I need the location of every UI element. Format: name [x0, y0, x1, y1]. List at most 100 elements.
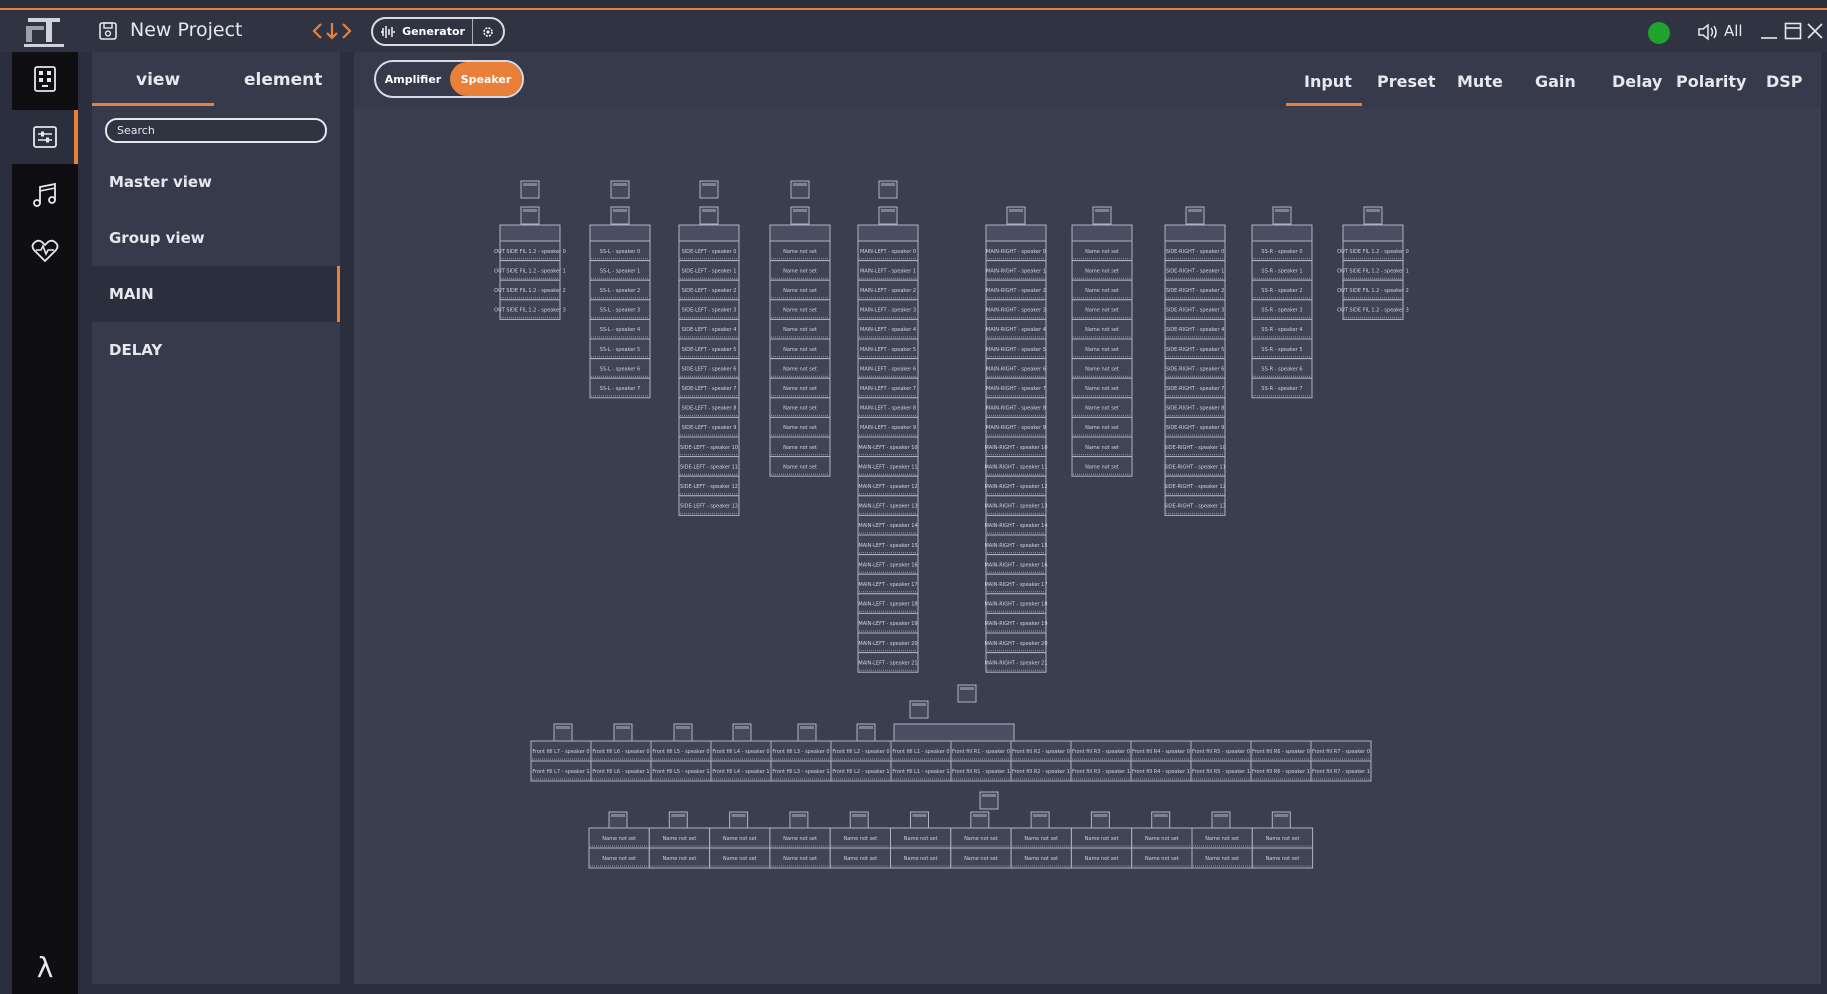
speaker-label[interactable]: SIDE-LEFT - speaker 7 — [682, 386, 737, 392]
speaker-label[interactable]: MAIN-RIGHT - speaker 20 — [984, 641, 1047, 647]
maximize-icon[interactable] — [1784, 22, 1802, 40]
speaker-label[interactable]: Name not set — [783, 464, 817, 470]
tab-input[interactable]: Input — [1304, 72, 1352, 91]
rail-item-mixer[interactable] — [12, 110, 78, 164]
speaker-label[interactable]: MAIN-LEFT - speaker 21 — [858, 660, 917, 666]
speaker-canvas[interactable]: OUT SIDE FIL 1.2 - speaker 0 OUT SIDE FIL… — [354, 108, 1821, 984]
speaker-label[interactable]: SIDE-RIGHT - speaker 7 — [1166, 386, 1225, 392]
speaker-label[interactable]: MAIN-RIGHT - speaker 15 — [984, 543, 1047, 549]
speaker-label[interactable]: Front fill L3 - speaker 1 — [772, 769, 829, 775]
speaker-label[interactable]: SIDE-LEFT - speaker 0 — [682, 249, 737, 255]
sidebar-item-delay[interactable]: DELAY — [92, 322, 340, 378]
rail-item-monitor[interactable] — [12, 224, 78, 278]
volume-label[interactable]: All — [1724, 22, 1743, 40]
speaker-label[interactable]: MAIN-LEFT - speaker 7 — [860, 386, 916, 392]
speaker-label[interactable]: Name not set — [1085, 445, 1119, 451]
tab-mute[interactable]: Mute — [1457, 72, 1503, 91]
speaker-label[interactable]: Front fill L7 - speaker 0 — [532, 749, 589, 755]
speaker-label[interactable]: Name not set — [1205, 836, 1239, 842]
speaker-label[interactable]: OUT SIDE FIL 1.2 - speaker 0 — [494, 249, 566, 255]
speaker-mode-button[interactable]: Speaker — [450, 62, 522, 96]
speaker-label[interactable]: SS-L - speaker 6 — [600, 366, 640, 372]
speaker-label[interactable]: MAIN-RIGHT - speaker 1 — [986, 268, 1046, 274]
speaker-label[interactable]: Front fill L6 - speaker 1 — [592, 769, 649, 775]
lambda-icon[interactable]: λ — [12, 940, 78, 994]
tab-polarity[interactable]: Polarity — [1676, 72, 1746, 91]
speaker-label[interactable]: Front fill R2 - speaker 0 — [1012, 749, 1070, 755]
speaker-label[interactable]: MAIN-LEFT - speaker 12 — [858, 484, 917, 490]
speaker-label[interactable]: Name not set — [904, 856, 938, 862]
speaker-label[interactable]: SIDE-LEFT - speaker 5 — [682, 347, 737, 353]
speaker-label[interactable]: SIDE-LEFT - speaker 2 — [682, 288, 737, 294]
speaker-label[interactable]: Name not set — [1266, 836, 1300, 842]
speaker-label[interactable]: SIDE-RIGHT - speaker 0 — [1166, 249, 1225, 255]
generator-button[interactable]: Generator — [373, 19, 473, 44]
speaker-label[interactable]: SS-R - speaker 7 — [1261, 386, 1302, 392]
speaker-label[interactable]: Name not set — [783, 249, 817, 255]
speaker-label[interactable]: SIDE-LEFT - speaker 8 — [682, 406, 737, 412]
speaker-label[interactable]: SS-R - speaker 1 — [1261, 268, 1302, 274]
speaker-label[interactable]: Front fill L5 - speaker 0 — [652, 749, 709, 755]
speaker-label[interactable]: MAIN-RIGHT - speaker 7 — [986, 386, 1046, 392]
speaker-label[interactable]: SIDE-RIGHT - speaker 11 — [1164, 464, 1226, 470]
speaker-label[interactable]: MAIN-LEFT - speaker 19 — [858, 621, 917, 627]
volume-icon[interactable] — [1697, 22, 1719, 42]
speaker-label[interactable]: OUT SIDE FIL 1.2 - speaker 3 — [494, 308, 566, 314]
speaker-label[interactable]: MAIN-LEFT - speaker 13 — [858, 504, 917, 510]
tab-dsp[interactable]: DSP — [1766, 72, 1803, 91]
speaker-label[interactable]: Name not set — [602, 856, 636, 862]
speaker-label[interactable]: Name not set — [783, 836, 817, 842]
speaker-label[interactable]: MAIN-RIGHT - speaker 2 — [986, 288, 1046, 294]
speaker-label[interactable]: Name not set — [783, 425, 817, 431]
speaker-label[interactable]: Front fill R4 - speaker 1 — [1132, 769, 1190, 775]
speaker-label[interactable]: SS-L - speaker 2 — [600, 288, 640, 294]
speaker-label[interactable]: SS-R - speaker 3 — [1261, 308, 1302, 314]
speaker-label[interactable]: Name not set — [783, 308, 817, 314]
speaker-label[interactable]: MAIN-LEFT - speaker 15 — [858, 543, 917, 549]
search-input[interactable] — [105, 118, 327, 143]
speaker-label[interactable]: SS-L - speaker 7 — [600, 386, 640, 392]
speaker-label[interactable]: Front fill R5 - speaker 0 — [1192, 749, 1250, 755]
speaker-label[interactable]: Front fill L1 - speaker 0 — [892, 749, 949, 755]
speaker-label[interactable]: Name not set — [663, 856, 697, 862]
speaker-label[interactable]: SIDE-LEFT - speaker 10 — [680, 445, 738, 451]
speaker-label[interactable]: Name not set — [1024, 856, 1058, 862]
speaker-label[interactable]: Name not set — [1205, 856, 1239, 862]
speaker-label[interactable]: SIDE-LEFT - speaker 4 — [682, 327, 737, 333]
tab-preset[interactable]: Preset — [1377, 72, 1436, 91]
speaker-label[interactable]: MAIN-LEFT - speaker 16 — [858, 562, 917, 568]
speaker-label[interactable]: OUT SIDE FIL 1.2 - speaker 0 — [1337, 249, 1409, 255]
speaker-label[interactable]: Front fill L7 - speaker 1 — [532, 769, 589, 775]
speaker-label[interactable]: Name not set — [1085, 386, 1119, 392]
save-icon[interactable] — [98, 21, 118, 41]
speaker-label[interactable]: Name not set — [1085, 288, 1119, 294]
speaker-label[interactable]: MAIN-LEFT - speaker 10 — [858, 445, 917, 451]
speaker-label[interactable]: SIDE-LEFT - speaker 9 — [682, 425, 737, 431]
speaker-label[interactable]: Name not set — [1085, 308, 1119, 314]
speaker-label[interactable]: Name not set — [1024, 836, 1058, 842]
speaker-label[interactable]: Name not set — [1145, 856, 1179, 862]
speaker-label[interactable]: Name not set — [1085, 836, 1119, 842]
speaker-label[interactable]: SIDE-RIGHT - speaker 5 — [1166, 347, 1225, 353]
speaker-label[interactable]: MAIN-LEFT - speaker 9 — [860, 425, 916, 431]
app-logo-icon[interactable] — [18, 14, 70, 50]
speaker-label[interactable]: SIDE-LEFT - speaker 13 — [680, 504, 738, 510]
speaker-label[interactable]: Front fill R5 - speaker 1 — [1192, 769, 1250, 775]
speaker-label[interactable]: MAIN-RIGHT - speaker 21 — [984, 660, 1047, 666]
speaker-label[interactable]: MAIN-LEFT - speaker 17 — [858, 582, 917, 588]
speaker-label[interactable]: SIDE-RIGHT - speaker 9 — [1166, 425, 1225, 431]
speaker-label[interactable]: Name not set — [723, 836, 757, 842]
speaker-label[interactable]: MAIN-LEFT - speaker 11 — [858, 464, 917, 470]
rail-item-devices[interactable] — [12, 52, 78, 106]
speaker-label[interactable]: SIDE-RIGHT - speaker 3 — [1166, 308, 1225, 314]
speaker-label[interactable]: MAIN-LEFT - speaker 14 — [858, 523, 917, 529]
speaker-label[interactable]: MAIN-LEFT - speaker 4 — [860, 327, 916, 333]
speaker-label[interactable]: MAIN-LEFT - speaker 8 — [860, 406, 916, 412]
speaker-label[interactable]: Front fill L4 - speaker 1 — [712, 769, 769, 775]
speaker-label[interactable]: Name not set — [783, 386, 817, 392]
tab-gain[interactable]: Gain — [1535, 72, 1576, 91]
speaker-label[interactable]: Name not set — [1085, 249, 1119, 255]
speaker-label[interactable]: SIDE-RIGHT - speaker 1 — [1166, 268, 1225, 274]
speaker-label[interactable]: Front fill R2 - speaker 1 — [1012, 769, 1070, 775]
speaker-label[interactable]: SS-L - speaker 0 — [600, 249, 640, 255]
